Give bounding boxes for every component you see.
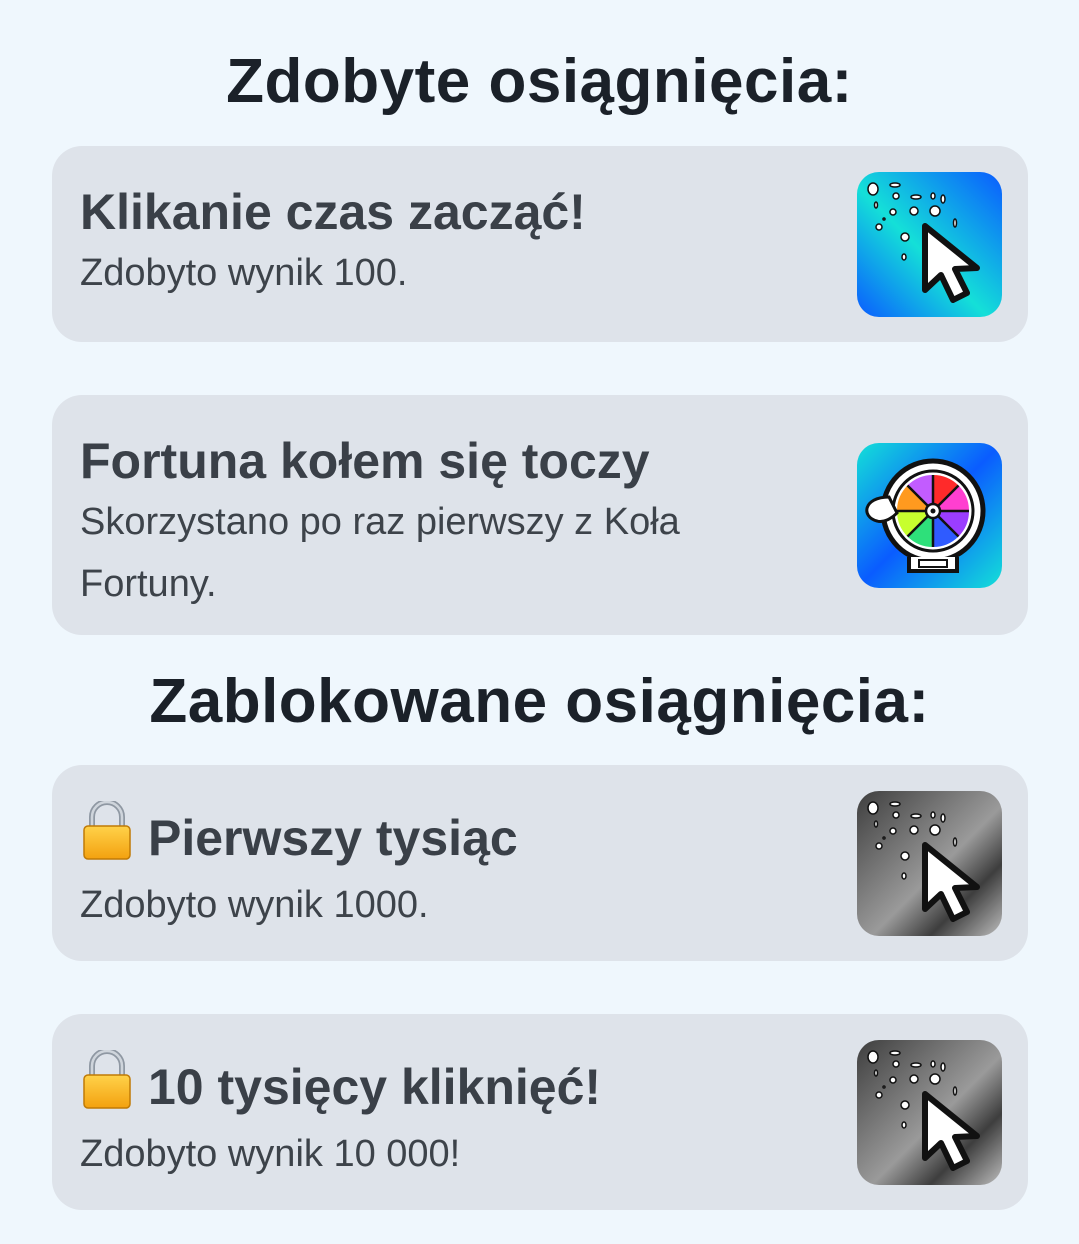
achievement-description: Skorzystano po raz pierwszy z Koła Fortu… — [80, 501, 680, 605]
achievement-description: Zdobyto wynik 1000. — [80, 884, 429, 926]
locked-heading: Zablokowane osiągnięcia: — [149, 667, 930, 736]
achievement-title: Pierwszy tysiąc — [148, 810, 518, 866]
cursor-click-icon — [857, 172, 1002, 317]
achievement-card[interactable]: Fortuna kołem się toczy Skorzystano po r… — [52, 395, 1028, 635]
cursor-click-icon — [857, 1040, 1002, 1185]
fortune-wheel-icon — [857, 443, 1002, 588]
cursor-click-icon — [857, 791, 1002, 936]
unlocked-heading: Zdobyte osiągnięcia: — [226, 47, 853, 116]
lock-icon — [80, 1048, 134, 1123]
achievement-title: Klikanie czas zacząć! — [80, 184, 586, 240]
achievement-card[interactable]: Klikanie czas zacząć! Zdobyto wynik 100. — [52, 146, 1028, 342]
achievement-title: 10 tysięcy kliknięć! — [148, 1059, 602, 1115]
achievement-description: Zdobyto wynik 100. — [80, 252, 408, 294]
lock-icon — [80, 799, 134, 874]
achievement-description: Zdobyto wynik 10 000! — [80, 1133, 461, 1175]
locked-achievement-card[interactable]: Pierwszy tysiąc Zdobyto wynik 1000. — [52, 765, 1028, 961]
locked-achievement-card[interactable]: 10 tysięcy kliknięć! Zdobyto wynik 10 00… — [52, 1014, 1028, 1210]
achievement-title: Fortuna kołem się toczy — [80, 433, 650, 489]
